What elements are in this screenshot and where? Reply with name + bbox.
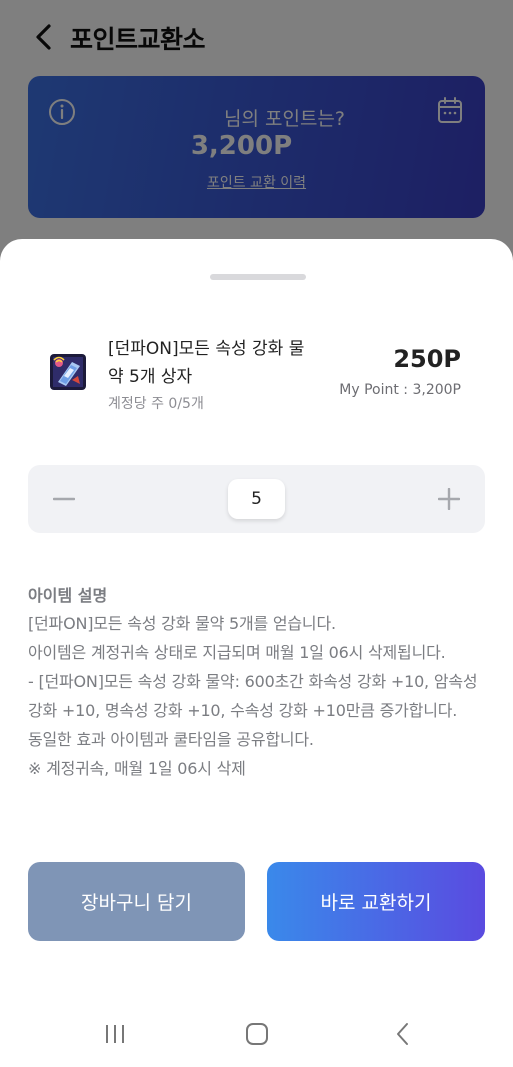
description-title: 아이템 설명 bbox=[28, 586, 108, 605]
bottom-sheet: [던파ON]모든 속성 강화 물약 5개 상자 계정당 주 0/5개 250P … bbox=[0, 239, 513, 1067]
description-line: ※ 계정귀속, 매월 1일 06시 삭제 bbox=[28, 759, 246, 778]
item-thumbnail bbox=[50, 354, 86, 390]
home-icon bbox=[246, 1023, 268, 1045]
item-name: [던파ON]모든 속성 강화 물약 5개 상자 bbox=[108, 339, 305, 387]
system-nav-bar bbox=[0, 1001, 513, 1067]
increase-button[interactable] bbox=[435, 485, 463, 513]
description-line: 아이템은 계정귀속 상태로 지급되며 매월 1일 06시 삭제됩니다. bbox=[28, 643, 446, 662]
description-body: [던파ON]모든 속성 강화 물약 5개를 얻습니다. 아이템은 계정귀속 상태… bbox=[28, 609, 488, 783]
item-purchase-limit: 계정당 주 0/5개 bbox=[108, 396, 204, 412]
nav-back-icon bbox=[397, 1023, 408, 1045]
item-price: 250P bbox=[393, 345, 461, 373]
recent-apps-button[interactable] bbox=[100, 1019, 130, 1049]
minus-icon bbox=[53, 497, 75, 501]
decrease-button[interactable] bbox=[50, 485, 78, 513]
add-to-cart-button[interactable]: 장바구니 담기 bbox=[28, 862, 245, 941]
quantity-stepper: 5 bbox=[28, 465, 485, 533]
sheet-handle[interactable] bbox=[210, 274, 306, 280]
exchange-now-button[interactable]: 바로 교환하기 bbox=[267, 862, 485, 941]
my-point: My Point : 3,200P bbox=[339, 382, 461, 398]
quantity-input[interactable]: 5 bbox=[228, 479, 285, 519]
nav-back-button[interactable] bbox=[388, 1019, 418, 1049]
description-line: [던파ON]모든 속성 강화 물약 5개를 얻습니다. bbox=[28, 614, 336, 633]
description-line: 동일한 효과 아이템과 쿨타임을 공유합니다. bbox=[28, 730, 314, 749]
home-button[interactable] bbox=[242, 1019, 272, 1049]
plus-icon bbox=[438, 488, 460, 510]
description-line: - [던파ON]모든 속성 강화 물약: 600초간 화속성 강화 +10, 암… bbox=[28, 672, 478, 720]
recent-apps-icon bbox=[106, 1025, 124, 1043]
